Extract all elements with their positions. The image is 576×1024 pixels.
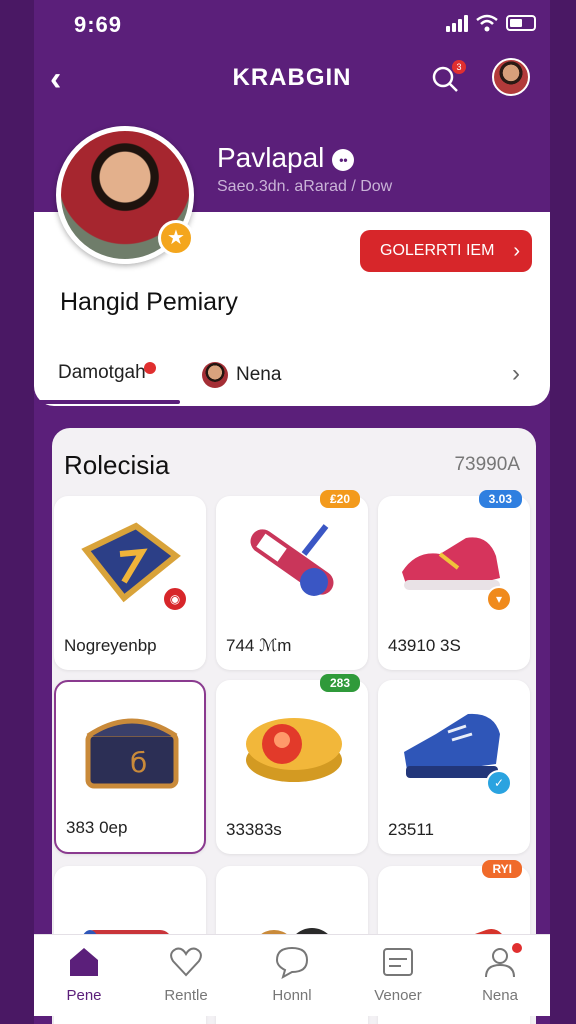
price-tag: RYI — [482, 860, 522, 878]
wifi-icon — [476, 14, 498, 32]
item-card[interactable]: 3.03 ▾ 43910 3S — [378, 490, 530, 670]
item-label: 33383s — [226, 820, 282, 839]
app-screen: 9:69 ‹ KRABGIN 3 Pavlapal •• Saeo.3dn. aR… — [34, 0, 550, 1024]
price-tag: 283 — [319, 674, 360, 692]
chevron-right-icon[interactable]: › — [512, 360, 520, 388]
signal-icon — [446, 14, 468, 32]
verified-icon: •• — [332, 148, 355, 171]
star-icon: ★ — [158, 220, 194, 256]
collect-item-button[interactable]: GOLERRTI IEM › — [360, 230, 532, 272]
active-tab-indicator — [34, 400, 180, 404]
tab-notification-dot — [143, 362, 156, 374]
nav-home[interactable]: Pene — [34, 945, 134, 1004]
gold-drum-icon — [246, 718, 342, 782]
battery-icon — [506, 15, 536, 31]
nav-favorites[interactable]: Rentle — [136, 945, 236, 1004]
profile-subtitle: Saeo.3dn. aRarad / Dow — [217, 178, 393, 195]
item-label: 43910 3S — [388, 636, 461, 655]
notification-dot — [510, 941, 524, 955]
item-label: 383 0ep — [66, 818, 128, 837]
item-card[interactable]: б 383 0ep — [54, 680, 206, 854]
nav-label: Honnl — [272, 987, 312, 1004]
collection-title: Rolecisia — [64, 450, 170, 480]
user-avatar[interactable] — [492, 58, 530, 96]
chest-icon: б — [85, 718, 179, 789]
tab-nena[interactable]: Nena — [202, 362, 281, 388]
nav-vendor[interactable]: Venoer — [348, 945, 448, 1004]
item-badge: ▾ — [486, 586, 512, 612]
nav-label: Rentle — [164, 987, 208, 1004]
item-card[interactable]: 283 33383s — [216, 674, 368, 854]
chevron-right-icon: › — [513, 240, 520, 262]
tab-damotgah[interactable]: Damotgah — [58, 362, 156, 384]
collection-count: 73990A — [454, 454, 520, 475]
search-badge: 3 — [452, 60, 466, 74]
price-tag: 3.03 — [478, 490, 522, 508]
home-icon — [70, 948, 98, 976]
app-bar: ‹ KRABGIN 3 — [34, 52, 550, 108]
nav-label: Nena — [482, 987, 518, 1004]
item-badge: ◉ — [162, 586, 188, 612]
status-bar: 9:69 — [34, 0, 550, 48]
bottom-nav: Pene Rentle Honnl Venoer Nena — [34, 934, 550, 1016]
profile-tabs: Damotgah Nena › — [34, 350, 550, 404]
nav-label: Pene — [66, 987, 102, 1004]
nav-label: Venoer — [374, 987, 422, 1004]
item-label: 23511 — [388, 820, 435, 839]
item-card[interactable]: ◉ Nogreyenbp — [54, 496, 206, 670]
status-time: 9:69 — [74, 12, 123, 37]
display-name: Hangid Pemiary — [60, 288, 238, 316]
nav-chat[interactable]: Honnl — [242, 945, 342, 1004]
item-badge: ✓ — [486, 770, 512, 796]
item-card[interactable]: ✓ 23511 — [378, 680, 530, 854]
item-label: Nogreyenbp — [64, 636, 157, 655]
tab-avatar — [202, 362, 228, 388]
svg-text:б: б — [130, 746, 147, 779]
card-icon — [383, 948, 413, 976]
search-button[interactable]: 3 — [430, 60, 466, 94]
heart-icon — [170, 947, 202, 977]
status-icons — [446, 14, 536, 32]
profile-name: Pavlapal •• — [217, 142, 355, 174]
chat-icon — [275, 946, 309, 979]
cannon-icon — [250, 524, 334, 596]
price-tag: ₤20 — [319, 490, 360, 508]
app-title: KRABGIN — [232, 64, 352, 91]
item-label: 744 ℳm — [226, 636, 292, 655]
nav-profile[interactable]: Nena — [450, 941, 550, 1004]
item-card[interactable]: ₤20 744 ℳm — [216, 490, 368, 670]
